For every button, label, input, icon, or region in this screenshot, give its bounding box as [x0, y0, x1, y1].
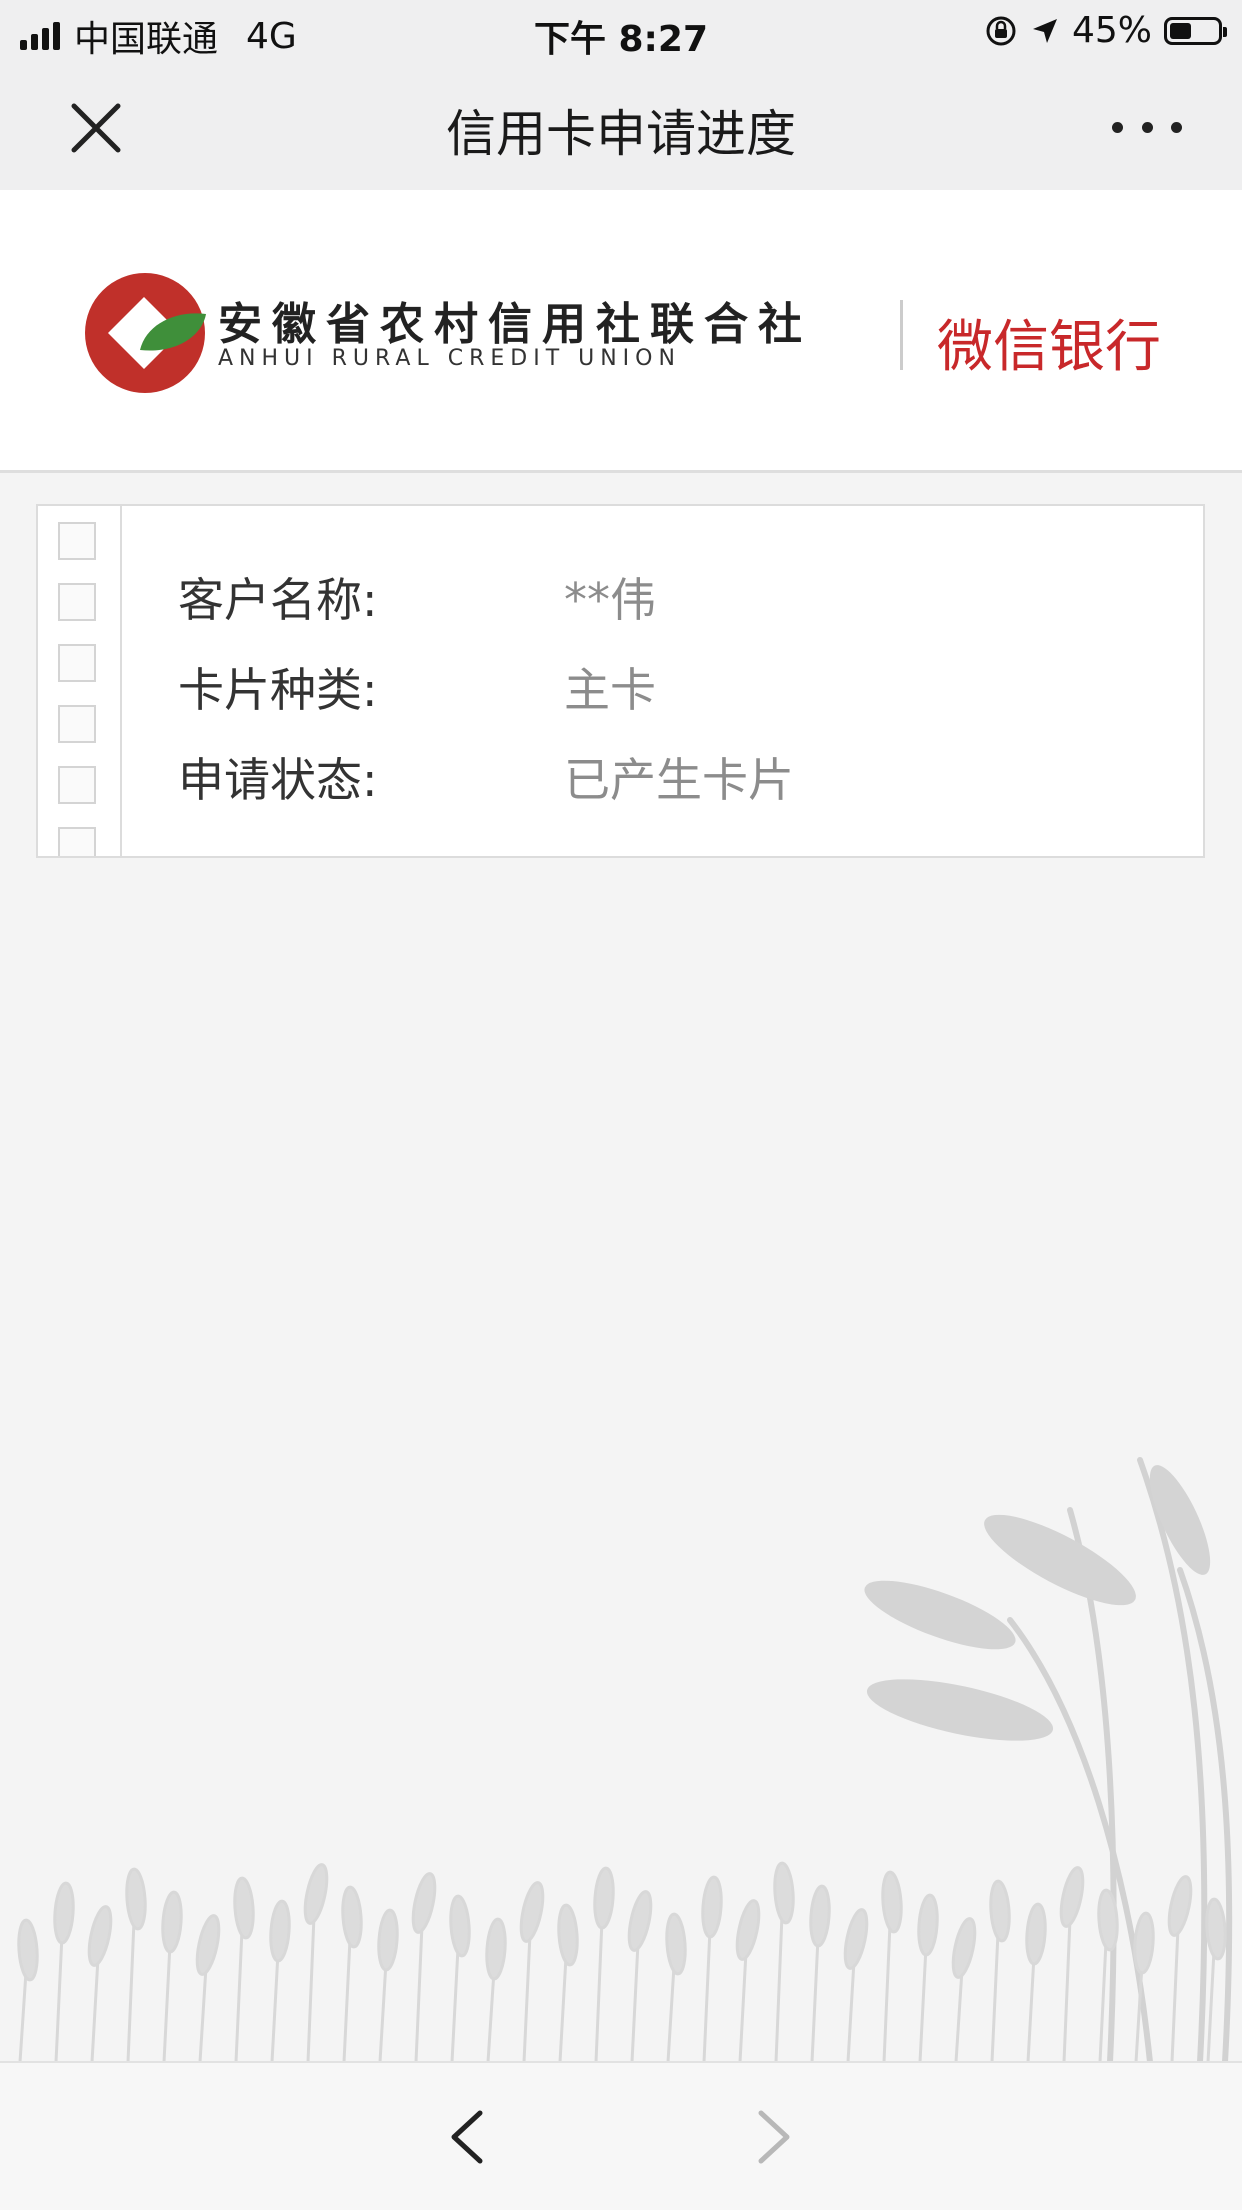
chevron-left-icon[interactable]: [440, 2107, 496, 2167]
status-right: 45%: [984, 10, 1227, 51]
customer-name-label: 客户名称:: [178, 573, 378, 627]
bank-logo-icon: [85, 273, 206, 393]
nav-bar: 信用卡申请进度: [0, 62, 1242, 190]
location-icon: [1032, 18, 1057, 43]
battery-icon: [1164, 16, 1227, 45]
application-status-value: 已产生卡片: [564, 753, 794, 807]
bank-banner: 安徽省农村信用社联合社 ANHUI RURAL CREDIT UNION 微信银…: [0, 190, 1242, 473]
status-bar: 中国联通 4G 下午 8:27 45%: [0, 0, 1242, 62]
card-type-label: 卡片种类:: [178, 663, 378, 717]
application-status-card: 客户名称: **伟 卡片种类: 主卡 申请状态: 已产生卡片: [36, 504, 1205, 858]
card-perforation: [38, 506, 122, 856]
application-status-label: 申请状态:: [178, 753, 378, 807]
page-title: 信用卡申请进度: [446, 105, 796, 163]
bank-name-cn: 安徽省农村信用社联合社: [218, 299, 812, 350]
orientation-lock-icon: [986, 16, 1016, 45]
more-icon[interactable]: [1112, 107, 1182, 147]
banner-divider: [900, 300, 903, 370]
customer-name-row: 客户名称: **伟: [178, 564, 656, 630]
card-type-value: 主卡: [564, 663, 656, 717]
application-status-row: 申请状态: 已产生卡片: [178, 744, 794, 810]
browser-bottom-bar: [0, 2061, 1242, 2210]
card-type-row: 卡片种类: 主卡: [178, 654, 656, 720]
wheat-background-illustration: [17, 1457, 1233, 2062]
battery-percent: 45%: [1071, 10, 1152, 51]
customer-name-value: **伟: [564, 573, 656, 627]
chevron-right-icon[interactable]: [745, 2107, 801, 2167]
wechat-bank-label: 微信银行: [937, 315, 1161, 380]
bank-name-en: ANHUI RURAL CREDIT UNION: [218, 346, 681, 371]
